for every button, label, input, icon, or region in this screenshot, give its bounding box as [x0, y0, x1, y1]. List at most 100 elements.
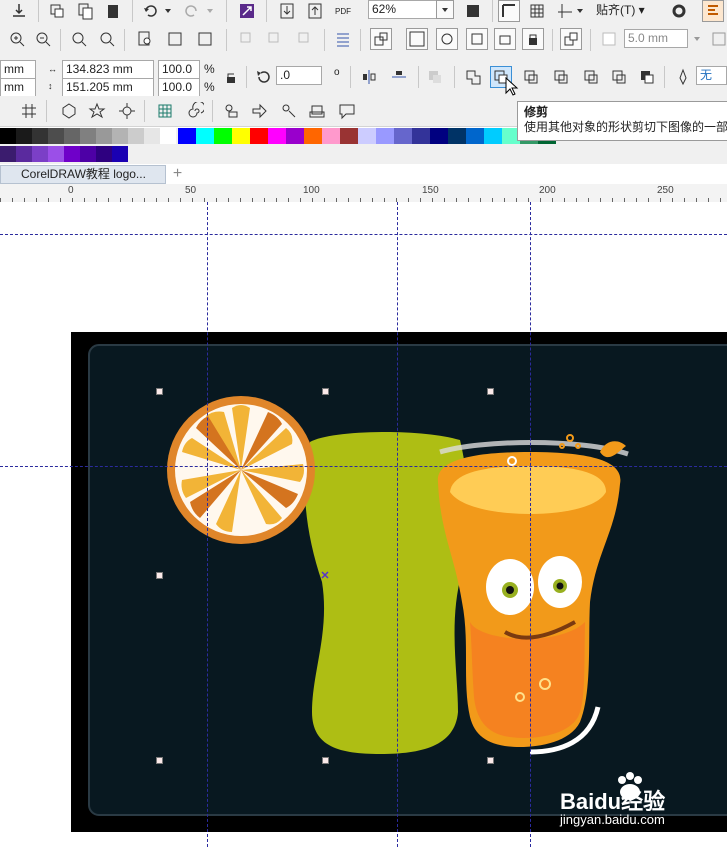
mirror-vertical-icon[interactable]	[388, 66, 410, 88]
export-file-icon[interactable]	[304, 0, 326, 22]
color-swatch[interactable]	[96, 146, 112, 162]
selection-handle-top-right[interactable]	[487, 388, 494, 395]
undo-icon[interactable]	[140, 0, 162, 22]
ungroup-all-icon[interactable]	[436, 28, 458, 50]
break-apart-icon[interactable]	[494, 28, 516, 50]
selection-handle-top-center[interactable]	[322, 388, 329, 395]
height-field[interactable]: 151.205 mm	[62, 78, 154, 97]
outline-width-field[interactable]: 5.0 mm	[624, 29, 688, 48]
color-swatch[interactable]	[358, 128, 376, 144]
horizontal-ruler[interactable]: 0 50 100 150 200 250	[0, 184, 727, 203]
color-swatch[interactable]	[196, 128, 214, 144]
fill-none-field[interactable]: 无	[696, 66, 727, 85]
color-swatch[interactable]	[232, 128, 250, 144]
color-swatch[interactable]	[48, 146, 64, 162]
group-icon[interactable]	[370, 28, 392, 50]
align-icon[interactable]	[332, 28, 354, 50]
color-swatch[interactable]	[430, 128, 448, 144]
guidelines-dropdown-icon[interactable]	[574, 0, 586, 22]
color-swatch[interactable]	[144, 128, 160, 144]
cut-icon[interactable]	[46, 0, 68, 22]
show-rulers-icon[interactable]	[498, 0, 520, 22]
options-gear-icon[interactable]	[668, 0, 690, 22]
color-swatch[interactable]	[448, 128, 466, 144]
color-swatch[interactable]	[64, 146, 80, 162]
zoom-page-icon[interactable]	[134, 28, 156, 50]
color-swatch[interactable]	[394, 128, 412, 144]
color-swatch[interactable]	[340, 128, 358, 144]
weld-icon[interactable]	[462, 66, 484, 88]
guideline-vertical-1[interactable]	[207, 202, 208, 847]
orange-slice[interactable]	[167, 396, 315, 544]
undo-dropdown-icon[interactable]	[162, 0, 174, 22]
x-position-field[interactable]: mm	[0, 60, 36, 79]
combine-icon[interactable]	[466, 28, 488, 50]
selection-handle-bottom-center[interactable]	[322, 757, 329, 764]
zoom-out-icon[interactable]	[32, 28, 54, 50]
color-swatch[interactable]	[376, 128, 394, 144]
color-swatch[interactable]	[484, 128, 502, 144]
complex-star-icon[interactable]	[116, 100, 138, 122]
corel-connect-icon[interactable]	[236, 0, 258, 22]
selection-handle-bottom-right[interactable]	[487, 757, 494, 764]
copy-icon[interactable]	[74, 0, 96, 22]
polygon-icon[interactable]	[58, 100, 80, 122]
full-screen-icon[interactable]	[462, 0, 484, 22]
color-swatch[interactable]	[214, 128, 232, 144]
color-swatch[interactable]	[466, 128, 484, 144]
color-swatch[interactable]	[112, 146, 128, 162]
color-swatch[interactable]	[16, 146, 32, 162]
color-swatch[interactable]	[128, 128, 144, 144]
simplify-icon[interactable]	[550, 66, 572, 88]
lock-ratio-icon[interactable]	[220, 66, 242, 88]
show-guidelines-icon[interactable]	[554, 0, 576, 22]
basic-shapes-icon[interactable]	[220, 100, 242, 122]
color-swatch[interactable]	[80, 146, 96, 162]
width-field[interactable]: 134.823 mm	[62, 60, 154, 79]
callout-shapes-icon[interactable]	[336, 100, 358, 122]
no-outline-checkbox[interactable]	[598, 28, 620, 50]
zoom-all-icon[interactable]	[96, 28, 118, 50]
front-minus-back-icon[interactable]	[580, 66, 602, 88]
banner-shapes-icon[interactable]	[306, 100, 328, 122]
arrow-shapes-icon[interactable]	[248, 100, 270, 122]
snap-to-menu[interactable]: 贴齐(T) ▾	[596, 3, 645, 17]
pick-hash-icon[interactable]	[18, 100, 40, 122]
flowchart-shapes-icon[interactable]	[278, 100, 300, 122]
y-position-field[interactable]: mm	[0, 78, 36, 97]
drawing-canvas[interactable]: Baidu经验 jingyan.baidu.com	[0, 202, 727, 847]
graph-paper-icon[interactable]	[154, 100, 176, 122]
color-swatch[interactable]	[322, 128, 340, 144]
color-swatch[interactable]	[250, 128, 268, 144]
paste-icon[interactable]	[102, 0, 124, 22]
color-swatch[interactable]	[32, 128, 48, 144]
star-icon[interactable]	[86, 100, 108, 122]
color-swatch[interactable]	[304, 128, 322, 144]
lock-object-icon[interactable]	[522, 28, 544, 50]
zoom-page-height-icon[interactable]	[194, 28, 216, 50]
scale-x-field[interactable]: 100.0	[158, 60, 200, 79]
mirror-horizontal-icon[interactable]	[358, 66, 380, 88]
color-swatch[interactable]	[178, 128, 196, 144]
redo-icon[interactable]	[180, 0, 202, 22]
color-swatch[interactable]	[0, 146, 16, 162]
guideline-vertical-3[interactable]	[530, 202, 531, 847]
color-swatch[interactable]	[412, 128, 430, 144]
document-tab[interactable]: CorelDRAW教程 logo...	[0, 165, 166, 184]
scale-y-field[interactable]: 100.0	[158, 78, 200, 97]
color-swatch-white[interactable]	[160, 128, 176, 144]
color-swatch[interactable]	[80, 128, 96, 144]
show-grid-icon[interactable]	[526, 0, 548, 22]
color-swatch[interactable]	[48, 128, 64, 144]
zoom-selected-icon[interactable]	[68, 28, 90, 50]
color-swatch[interactable]	[32, 146, 48, 162]
selection-handle-top-left[interactable]	[156, 388, 163, 395]
selection-handle-middle-left[interactable]	[156, 572, 163, 579]
publish-pdf-icon[interactable]: PDF	[332, 0, 354, 22]
ungroup-icon[interactable]	[406, 28, 428, 50]
intersect-icon[interactable]	[520, 66, 542, 88]
guideline-horizontal-top[interactable]	[0, 234, 727, 235]
guideline-horizontal-mid[interactable]	[0, 466, 727, 467]
selection-handle-bottom-left[interactable]	[156, 757, 163, 764]
zoom-page-width-icon[interactable]	[164, 28, 186, 50]
